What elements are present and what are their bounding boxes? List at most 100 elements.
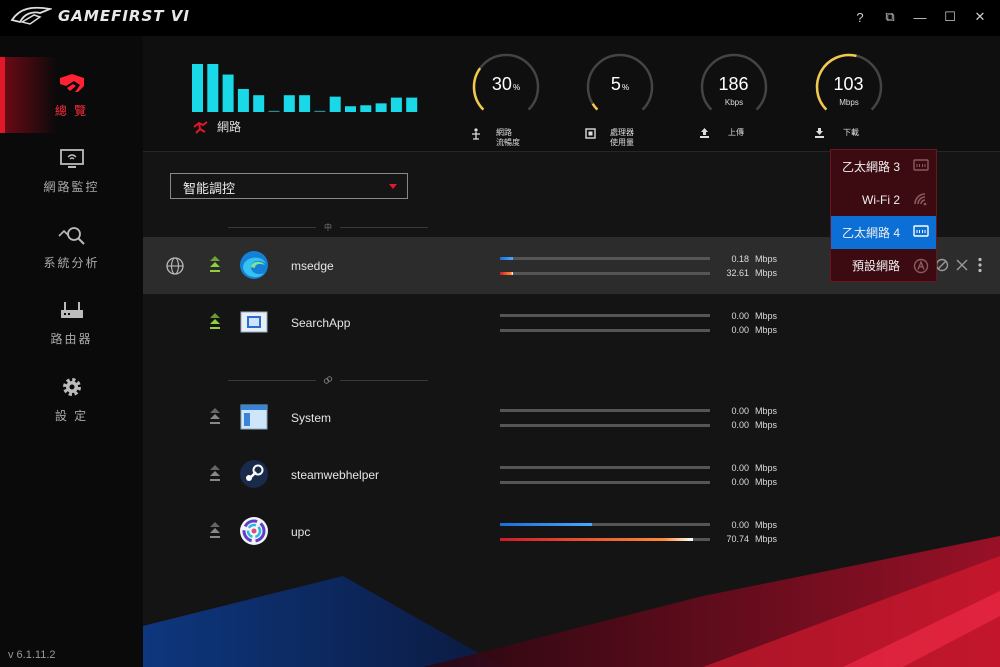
sidebar-item-overview[interactable]: 總 覽 bbox=[0, 57, 143, 133]
block-icon[interactable] bbox=[935, 258, 949, 272]
option-label: 乙太網路 4 bbox=[841, 226, 900, 240]
network-label: 網路 bbox=[193, 118, 241, 135]
gauge-value: 5% bbox=[610, 74, 630, 94]
download-bar bbox=[500, 272, 710, 275]
sidebar-item-router[interactable]: 路由器 bbox=[0, 285, 143, 361]
activity-bar bbox=[390, 97, 402, 112]
upload-unit: Mbps bbox=[755, 406, 778, 416]
gauge-download: 103 Mbps 下載 bbox=[814, 52, 884, 152]
priority-arrows-icon[interactable] bbox=[208, 521, 222, 541]
download-value: 32.61 bbox=[726, 268, 749, 278]
priority-arrows-icon[interactable] bbox=[208, 464, 222, 484]
activity-bar bbox=[253, 95, 265, 112]
priority-arrows-icon[interactable] bbox=[208, 407, 222, 427]
upload-unit: Mbps bbox=[755, 463, 778, 473]
activity-bar bbox=[283, 95, 295, 112]
more-vertical-icon[interactable] bbox=[977, 257, 983, 273]
network-label-text: 網路 bbox=[217, 120, 242, 134]
download-bar bbox=[500, 538, 710, 541]
gauge-value: 30% bbox=[491, 74, 521, 94]
rog-logo-icon bbox=[10, 6, 52, 25]
app-row-upc[interactable]: upc 0.00 Mbps 70.74 Mbps bbox=[143, 503, 1000, 560]
app-title: GAMEFIRST VI bbox=[58, 7, 190, 25]
sidebar-item-label: 網路監控 bbox=[43, 179, 100, 194]
gauge-upload: 186 Kbps 上傳 bbox=[699, 52, 769, 152]
minimize-button[interactable]: — bbox=[908, 6, 932, 28]
priority-mode-select[interactable]: 智能調控 bbox=[170, 173, 408, 199]
gauge-value: 186 bbox=[718, 74, 749, 94]
network-runner-icon bbox=[193, 120, 208, 134]
download-bar bbox=[500, 329, 710, 332]
gauge-caption: 下載 bbox=[814, 128, 884, 138]
activity-bar bbox=[207, 64, 219, 112]
app-upc-icon bbox=[239, 516, 269, 546]
chain-icon bbox=[323, 376, 333, 384]
upload-value: 0.18 bbox=[731, 254, 749, 264]
group-divider-medium: 中 bbox=[228, 222, 428, 232]
analysis-magnifier-icon bbox=[57, 226, 85, 245]
divider-line bbox=[340, 227, 428, 228]
download-unit: Mbps bbox=[755, 325, 778, 335]
gauge-value: 103 bbox=[833, 74, 864, 94]
gauge-caption: 上傳 bbox=[699, 128, 769, 138]
window-controls: ? ⧉ — ☐ ✕ bbox=[848, 6, 992, 28]
help-button[interactable]: ? bbox=[848, 6, 872, 28]
network-adapter-option[interactable]: Wi-Fi 2 bbox=[831, 183, 936, 216]
app-logo: GAMEFIRST VI bbox=[10, 6, 190, 26]
activity-bar bbox=[314, 110, 326, 112]
gauge-caption: 處理器 使用量 bbox=[585, 128, 655, 148]
group-divider-other bbox=[228, 375, 428, 385]
app-name: steamwebhelper bbox=[291, 468, 380, 482]
download-value: 0.00 bbox=[731, 420, 749, 430]
sidebar-item-settings[interactable]: 設 定 bbox=[0, 361, 143, 437]
overview-header: 網路 30% 網路 流暢度 5% 處理器 使用量 186 Kbps 上傳 103 Mbps… bbox=[143, 36, 1000, 152]
gear-icon bbox=[62, 377, 81, 396]
close-button[interactable]: ✕ bbox=[968, 6, 992, 28]
upload-unit: Mbps bbox=[755, 520, 778, 530]
sidebar-item-network-monitor[interactable]: 網路監控 bbox=[0, 133, 143, 209]
app-name: System bbox=[291, 411, 332, 425]
activity-bar bbox=[299, 95, 311, 112]
activity-bar bbox=[345, 106, 356, 112]
app-row-steamwebhelper[interactable]: steamwebhelper 0.00 Mbps 0.00 Mbps bbox=[143, 446, 1000, 503]
upload-value: 0.00 bbox=[731, 406, 749, 416]
sidebar: 總 覽 網路監控 系統分析 路由器 設 定 v 6.1.11.2 bbox=[0, 36, 143, 667]
network-adapter-option[interactable]: 預設網路 bbox=[831, 249, 936, 282]
activity-bar bbox=[329, 96, 341, 112]
sidebar-item-label: 設 定 bbox=[54, 408, 89, 423]
network-adapter-option[interactable]: 乙太網路 3 bbox=[831, 150, 936, 183]
globe-icon[interactable] bbox=[165, 256, 185, 276]
title-bar: GAMEFIRST VI ? ⧉ — ☐ ✕ bbox=[0, 0, 1000, 36]
upload-unit: Mbps bbox=[755, 311, 778, 321]
network-adapter-option[interactable]: 乙太網路 4 bbox=[831, 216, 936, 249]
upload-value: 0.00 bbox=[731, 520, 749, 530]
app-row-searchapp[interactable]: SearchApp 0.00 Mbps 0.00 Mbps bbox=[143, 294, 1000, 351]
option-label: 乙太網路 3 bbox=[841, 160, 900, 174]
app-msedge-icon bbox=[239, 250, 269, 280]
download-unit: Mbps bbox=[755, 534, 778, 544]
rog-eye-icon bbox=[59, 73, 84, 92]
app-system-icon bbox=[239, 402, 269, 432]
priority-arrows-icon[interactable] bbox=[208, 312, 222, 332]
close-icon[interactable] bbox=[956, 259, 968, 271]
download-unit: Mbps bbox=[755, 268, 778, 278]
gauge-unit: Kbps bbox=[724, 98, 744, 107]
priority-arrows-icon[interactable] bbox=[208, 255, 222, 275]
app-row-system[interactable]: System 0.00 Mbps 0.00 Mbps bbox=[143, 389, 1000, 446]
chevron-down-icon bbox=[389, 184, 397, 189]
download-bar bbox=[500, 481, 710, 484]
app-name: upc bbox=[291, 525, 311, 539]
option-label: 預設網路 bbox=[851, 259, 900, 273]
gauge-network-flow: 30% 網路 流暢度 bbox=[471, 52, 541, 152]
maximize-button[interactable]: ☐ bbox=[938, 6, 962, 28]
download-value: 0.00 bbox=[731, 325, 749, 335]
main-panel: 網路 30% 網路 流暢度 5% 處理器 使用量 186 Kbps 上傳 103 Mbps… bbox=[143, 36, 1000, 667]
download-unit: Mbps bbox=[755, 477, 778, 487]
upload-bar bbox=[500, 466, 710, 469]
network-adapter-dropdown: 乙太網路 3 Wi-Fi 2 乙太網路 4 預設網路 bbox=[830, 149, 937, 282]
sidebar-item-label: 總 覽 bbox=[54, 103, 89, 118]
mode-select-value: 智能調控 bbox=[183, 181, 236, 196]
mini-mode-button[interactable]: ⧉ bbox=[878, 6, 902, 28]
app-name: msedge bbox=[291, 259, 334, 273]
sidebar-item-system-analysis[interactable]: 系統分析 bbox=[0, 209, 143, 285]
